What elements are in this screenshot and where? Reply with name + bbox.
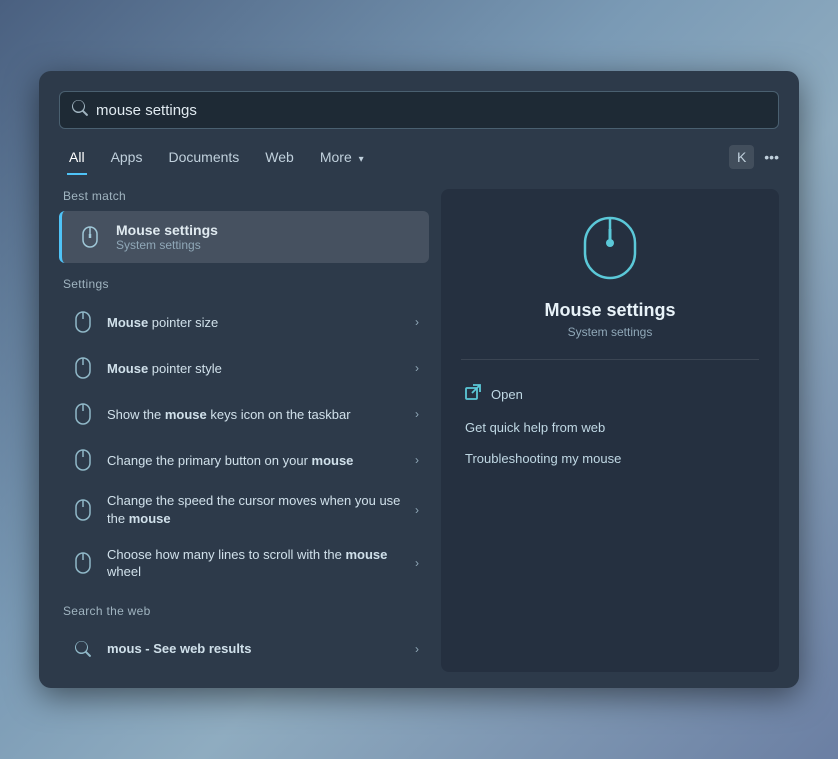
settings-item-pointer-style-text: Mouse pointer style (107, 360, 415, 378)
settings-item-primary-button-text: Change the primary button on your mouse (107, 452, 415, 470)
best-match-bold: Mouse (116, 222, 160, 238)
troubleshoot-button[interactable]: Troubleshooting my mouse (461, 443, 759, 474)
search-window: All Apps Documents Web More ▾ K ••• Best… (39, 71, 799, 687)
web-search-icon (69, 635, 97, 663)
settings-list: Mouse pointer size › Mouse pointer style (59, 299, 429, 589)
tab-more[interactable]: More ▾ (310, 145, 374, 169)
chevron-right-icon: › (415, 642, 419, 656)
chevron-right-icon: › (415, 503, 419, 517)
mouse-scroll-icon (69, 549, 97, 577)
settings-item-primary-button[interactable]: Change the primary button on your mouse … (59, 437, 429, 483)
divider (461, 359, 759, 360)
mouse-pointer-style-icon (69, 354, 97, 382)
settings-item-keys-icon[interactable]: Show the mouse keys icon on the taskbar … (59, 391, 429, 437)
tab-web[interactable]: Web (255, 145, 304, 169)
settings-item-pointer-size-text: Mouse pointer size (107, 314, 415, 332)
right-panel-title: Mouse settings (544, 300, 675, 321)
best-match-text: Mouse settings System settings (116, 222, 218, 252)
mouse-large-icon (580, 213, 640, 288)
quick-help-label: Get quick help from web (465, 420, 605, 435)
settings-item-cursor-speed[interactable]: Change the speed the cursor moves when y… (59, 483, 429, 536)
left-panel: Best match Mouse settings System setting… (59, 189, 429, 671)
quick-help-button[interactable]: Get quick help from web (461, 412, 759, 443)
web-search-text: mous - See web results (107, 641, 415, 656)
tab-documents[interactable]: Documents (158, 145, 249, 169)
search-input[interactable] (96, 102, 766, 119)
settings-item-scroll-lines[interactable]: Choose how many lines to scroll with the… (59, 537, 429, 590)
open-button[interactable]: Open (461, 376, 759, 412)
mouse-cursor-speed-icon (69, 496, 97, 524)
settings-item-cursor-speed-text: Change the speed the cursor moves when y… (107, 492, 415, 527)
user-avatar: K (729, 145, 754, 169)
mouse-pointer-size-icon (69, 308, 97, 336)
chevron-right-icon: › (415, 407, 419, 421)
search-icon (72, 100, 88, 120)
troubleshoot-label: Troubleshooting my mouse (465, 451, 621, 466)
settings-item-keys-icon-text: Show the mouse keys icon on the taskbar (107, 406, 415, 424)
best-match-title: Mouse settings (116, 222, 218, 238)
right-panel: Mouse settings System settings Open Get … (441, 189, 779, 671)
web-search-item[interactable]: mous - See web results › (59, 626, 429, 672)
best-match-item[interactable]: Mouse settings System settings (59, 211, 429, 263)
tab-all[interactable]: All (59, 145, 95, 169)
more-options-button[interactable]: ••• (764, 149, 779, 165)
best-match-subtitle: System settings (116, 238, 218, 252)
external-link-icon (465, 384, 481, 404)
right-panel-subtitle: System settings (568, 325, 653, 339)
settings-label: Settings (59, 277, 429, 291)
chevron-right-icon: › (415, 315, 419, 329)
mouse-keys-icon (69, 400, 97, 428)
web-search-label: Search the web (59, 604, 429, 618)
chevron-right-icon: › (415, 556, 419, 570)
best-match-label: Best match (59, 189, 429, 203)
chevron-right-icon: › (415, 453, 419, 467)
settings-item-pointer-style[interactable]: Mouse pointer style › (59, 345, 429, 391)
rp-title-bold: Mouse (544, 300, 601, 320)
main-content: Best match Mouse settings System setting… (59, 189, 779, 671)
settings-item-scroll-lines-text: Choose how many lines to scroll with the… (107, 546, 415, 581)
open-label: Open (491, 387, 523, 402)
best-match-plain: settings (160, 222, 218, 238)
mouse-primary-button-icon (69, 446, 97, 474)
tab-apps[interactable]: Apps (101, 145, 153, 169)
rp-title-suffix: settings (602, 300, 676, 320)
mouse-settings-icon (74, 221, 106, 253)
search-bar[interactable] (59, 91, 779, 129)
settings-item-pointer-size[interactable]: Mouse pointer size › (59, 299, 429, 345)
chevron-down-icon: ▾ (359, 154, 364, 165)
tabs-bar: All Apps Documents Web More ▾ K ••• (59, 145, 779, 173)
chevron-right-icon: › (415, 361, 419, 375)
